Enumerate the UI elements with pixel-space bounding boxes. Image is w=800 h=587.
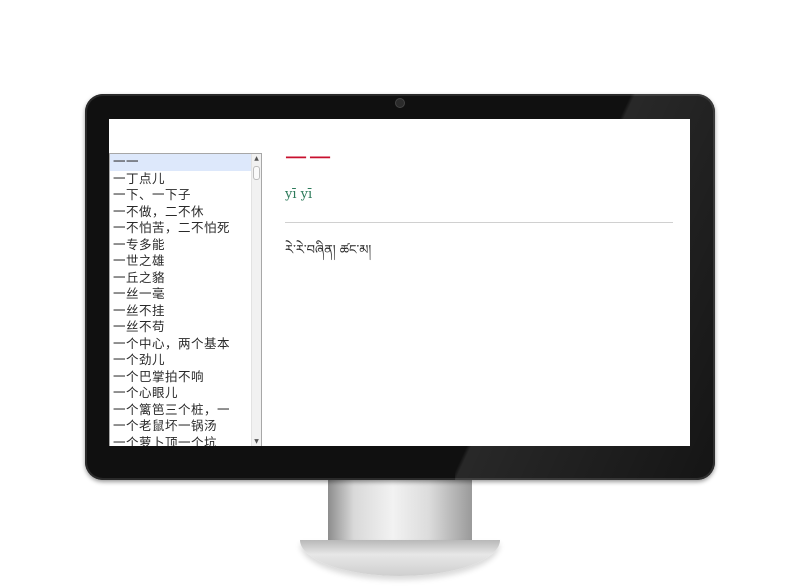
entry-divider: [285, 222, 673, 223]
entry-headword: 一一: [285, 147, 334, 172]
scroll-down-arrow-icon[interactable]: ▼: [252, 437, 261, 446]
list-item[interactable]: 一丘之貉: [110, 270, 251, 287]
list-item[interactable]: 一个萝卜顶一个坑: [110, 435, 251, 447]
list-item[interactable]: 一不怕苦，二不怕死: [110, 220, 251, 237]
list-item[interactable]: 一世之雄: [110, 253, 251, 270]
list-item[interactable]: 一丝一毫: [110, 286, 251, 303]
monitor-stand-foot: [300, 540, 500, 576]
list-item[interactable]: 一个中心，两个基本: [110, 336, 251, 353]
list-item[interactable]: 一一: [110, 154, 251, 171]
list-item[interactable]: 一下、一下子: [110, 187, 251, 204]
word-list-scrollbar[interactable]: ▲ ▼: [251, 154, 261, 446]
entry-translation: རེ་རེ་བཞིན། ཚང་མ།: [285, 243, 372, 258]
word-list-pane[interactable]: 一一 一丁点儿 一下、一下子 一不做，二不休 一不怕苦，二不怕死 一专多能 一世之雄 一丘之貉…: [109, 153, 262, 446]
list-item[interactable]: 一个巴掌拍不响: [110, 369, 251, 386]
monitor-stand-neck: [328, 478, 472, 548]
list-item[interactable]: 一个心眼儿: [110, 385, 251, 402]
list-item[interactable]: 一丝不苟: [110, 319, 251, 336]
camera-icon: [395, 98, 405, 108]
word-list[interactable]: 一一 一丁点儿 一下、一下子 一不做，二不休 一不怕苦，二不怕死 一专多能 一世之雄 一丘之貉…: [110, 154, 251, 446]
app-screen: 一一 一丁点儿 一下、一下子 一不做，二不休 一不怕苦，二不怕死 一专多能 一世之雄 一丘之貉…: [109, 119, 690, 446]
scroll-up-arrow-icon[interactable]: ▲: [252, 154, 261, 164]
list-item[interactable]: 一个劲儿: [110, 352, 251, 369]
list-item[interactable]: 一丝不挂: [110, 303, 251, 320]
scroll-thumb[interactable]: [253, 166, 260, 180]
list-item[interactable]: 一丁点儿: [110, 171, 251, 188]
list-item[interactable]: 一个老鼠坏一锅汤: [110, 418, 251, 435]
list-item[interactable]: 一专多能: [110, 237, 251, 254]
apple-logo-icon: [391, 452, 409, 470]
list-item[interactable]: 一不做，二不休: [110, 204, 251, 221]
list-item[interactable]: 一个篱笆三个桩，一: [110, 402, 251, 419]
entry-pinyin: yī yī: [285, 187, 313, 202]
